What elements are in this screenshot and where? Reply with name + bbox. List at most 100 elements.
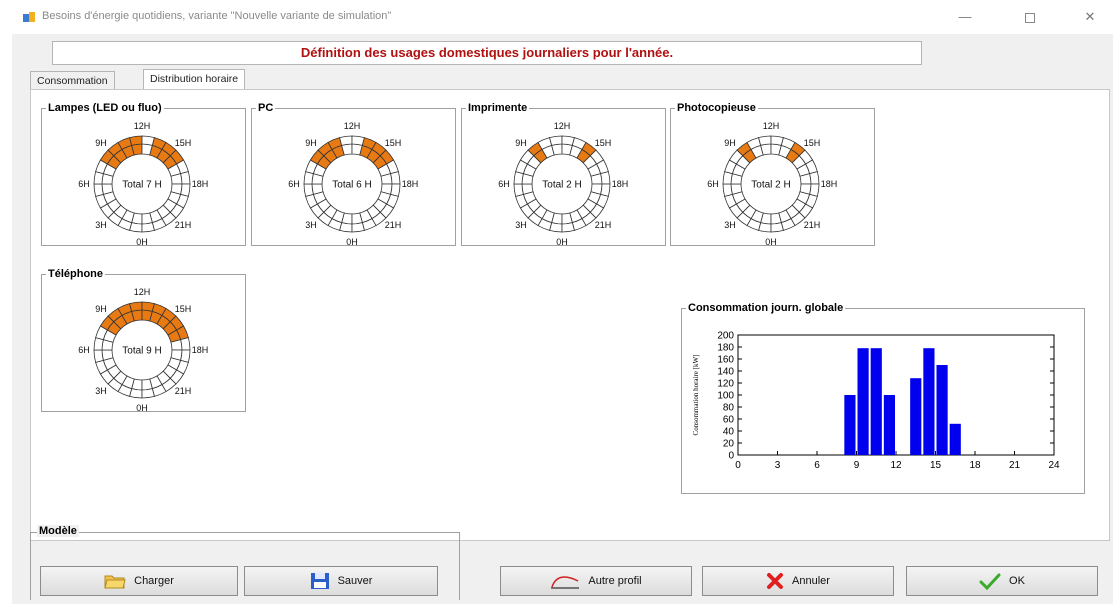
hour-segment-23-outer[interactable] (561, 222, 575, 233)
hour-label-6: 6H (707, 179, 719, 189)
hour-segment-23-outer[interactable] (351, 222, 365, 233)
hour-ring-telephone[interactable]: 12H 15H 18H 21H 0H 3H 6H 9H Total 9 H (42, 275, 247, 413)
x-tick-label: 12 (890, 460, 902, 471)
hour-label-21: 21H (385, 220, 402, 230)
app-icon (23, 12, 35, 22)
clock-total: Total 2 H (542, 180, 581, 191)
hour-label-9: 9H (305, 138, 317, 148)
bar-hour-15 (936, 365, 948, 455)
hour-segment-5-outer[interactable] (303, 183, 314, 197)
checkmark-icon (979, 572, 1001, 590)
bar-hour-10 (870, 348, 882, 455)
y-tick-label: 20 (723, 439, 735, 450)
hour-label-0: 0H (556, 237, 568, 247)
ok-label: OK (1009, 575, 1025, 587)
y-tick-label: 140 (717, 367, 734, 378)
y-tick-label: 160 (717, 355, 734, 366)
hour-segment-5-outer[interactable] (513, 183, 524, 197)
y-tick-label: 60 (723, 415, 735, 426)
hour-label-21: 21H (804, 220, 821, 230)
annuler-label: Annuler (792, 575, 830, 587)
chart-plot: 020406080100120140160180200 0 3 6 9 12 15 18 21 2… (692, 331, 1060, 472)
clock-photocopieuse[interactable]: Photocopieuse 12H 15H 18H 21H 0H 3H 6H 9H Total … (670, 102, 876, 247)
minimize-button[interactable]: — (950, 6, 980, 28)
chart-title: Consommation journ. globale (686, 302, 846, 315)
clock-total: Total 6 H (332, 180, 371, 191)
hour-ring-pc[interactable]: 12H 15H 18H 21H 0H 3H 6H 9H Total 6 H (252, 109, 457, 247)
hour-segment-5-outer[interactable] (93, 183, 104, 197)
tab-consommation[interactable]: Consommation (30, 71, 115, 91)
hour-segment-11-outer[interactable] (129, 301, 143, 312)
y-tick-label: 80 (723, 403, 735, 414)
y-axis-label: Consommation horaire [kW] (692, 355, 700, 436)
hour-segment-23-outer[interactable] (770, 222, 784, 233)
hour-segment-5-outer[interactable] (722, 183, 733, 197)
maximize-button[interactable] (1015, 6, 1045, 28)
hour-label-21: 21H (175, 220, 192, 230)
hour-segment-23-outer[interactable] (141, 388, 155, 399)
hour-segment-17-outer[interactable] (180, 171, 191, 185)
hour-segment-11-outer[interactable] (549, 135, 563, 146)
hour-ring-photocopieuse[interactable]: 12H 15H 18H 21H 0H 3H 6H 9H Total 2 H (671, 109, 876, 247)
close-button[interactable]: ✕ (1075, 6, 1105, 28)
hour-label-0: 0H (136, 237, 148, 247)
window-body: Définition des usages domestiques journa… (12, 34, 1113, 604)
hour-segment-17-outer[interactable] (600, 171, 611, 185)
sauver-button[interactable]: Sauver (244, 566, 438, 596)
hour-label-15: 15H (595, 138, 612, 148)
x-tick-label: 0 (735, 460, 741, 471)
autre-profil-label: Autre profil (588, 575, 642, 587)
hour-segment-17-outer[interactable] (180, 337, 191, 351)
x-tick-label: 21 (1009, 460, 1021, 471)
hour-label-6: 6H (288, 179, 300, 189)
clock-total: Total 2 H (751, 180, 790, 191)
clock-imprimente[interactable]: Imprimente 12H 15H 18H 21H 0H 3H 6H 9H Total 2 H (461, 102, 667, 247)
hour-label-21: 21H (595, 220, 612, 230)
hour-segment-23-outer[interactable] (141, 222, 155, 233)
tab-distribution-horaire[interactable]: Distribution horaire (143, 69, 246, 91)
hour-label-12: 12H (554, 121, 571, 131)
clock-lampes[interactable]: Lampes (LED ou fluo) 12H 15H 18H 21H 0H 3H 6H 9… (41, 102, 247, 247)
hour-segment-11-outer[interactable] (339, 135, 353, 146)
plot-frame (737, 334, 1055, 456)
hour-label-9: 9H (515, 138, 527, 148)
x-tick-label: 18 (969, 460, 981, 471)
maximize-icon (1025, 12, 1035, 23)
window-title: Besoins d'énergie quotidiens, variante "… (42, 10, 392, 22)
hour-segment-11-outer[interactable] (758, 135, 772, 146)
hour-label-6: 6H (78, 345, 90, 355)
hour-label-3: 3H (95, 220, 107, 230)
hour-segment-11-outer[interactable] (129, 135, 143, 146)
folder-icon (104, 573, 126, 589)
y-tick-label: 100 (717, 391, 734, 402)
hour-label-6: 6H (78, 179, 90, 189)
hour-label-3: 3H (95, 386, 107, 396)
x-tick-label: 9 (854, 460, 860, 471)
hour-segment-17-outer[interactable] (390, 171, 401, 185)
annuler-button[interactable]: Annuler (702, 566, 894, 596)
hour-segment-17-outer[interactable] (809, 171, 820, 185)
hour-ring-lampes[interactable]: 12H 15H 18H 21H 0H 3H 6H 9H Total 7 H (42, 109, 247, 247)
hour-label-3: 3H (515, 220, 527, 230)
hour-label-21: 21H (175, 386, 192, 396)
hour-label-18: 18H (612, 179, 629, 189)
hour-label-0: 0H (765, 237, 777, 247)
y-tick-label: 180 (717, 343, 734, 354)
ok-button[interactable]: OK (906, 566, 1098, 596)
autre-profil-button[interactable]: Autre profil (500, 566, 692, 596)
hour-label-12: 12H (134, 287, 151, 297)
hour-label-18: 18H (192, 345, 209, 355)
hour-label-15: 15H (804, 138, 821, 148)
hour-label-18: 18H (402, 179, 419, 189)
cancel-x-icon (766, 572, 784, 590)
hour-ring-imprimente[interactable]: 12H 15H 18H 21H 0H 3H 6H 9H Total 2 H (462, 109, 667, 247)
charger-button[interactable]: Charger (40, 566, 238, 596)
model-label: Modèle (37, 525, 79, 537)
clock-pc[interactable]: PC 12H 15H 18H 21H 0H 3H 6H 9H Total 6 H (251, 102, 457, 247)
profile-curve-icon (550, 573, 580, 589)
x-tick-label: 3 (775, 460, 781, 471)
bar-hour-8 (844, 395, 856, 455)
hour-segment-5-outer[interactable] (93, 349, 104, 363)
hour-label-15: 15H (175, 138, 192, 148)
clock-telephone[interactable]: Téléphone 12H 15H 18H 21H 0H 3H 6H 9H Total 9 H (41, 268, 247, 413)
